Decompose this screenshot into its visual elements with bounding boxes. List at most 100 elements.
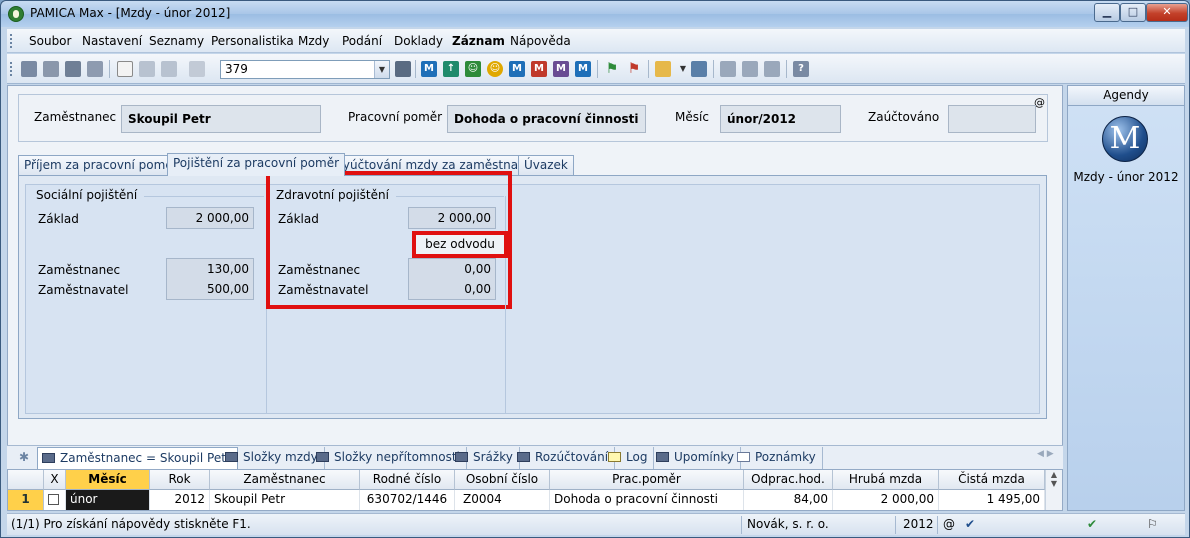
flag-green-icon[interactable]: ⚑ bbox=[604, 61, 620, 77]
star-icon[interactable]: ✱ bbox=[19, 450, 29, 464]
module-m-blue-icon[interactable]: M bbox=[509, 61, 525, 77]
menu-soubor[interactable]: Soubor bbox=[29, 34, 71, 48]
app-icon bbox=[8, 6, 24, 22]
cell-net[interactable]: 1 495,00 bbox=[939, 490, 1045, 510]
col-cista-mzda[interactable]: Čistá mzda bbox=[939, 470, 1045, 490]
month-label: Měsíc bbox=[675, 110, 709, 124]
folder-icon[interactable] bbox=[655, 61, 671, 77]
minimize-button[interactable]: ▁ bbox=[1094, 3, 1120, 22]
module-m-icon[interactable]: M bbox=[421, 61, 437, 77]
preview-icon[interactable] bbox=[87, 61, 103, 77]
menu-zaznam[interactable]: Záznam bbox=[452, 34, 505, 48]
toolbar-separator bbox=[109, 60, 110, 78]
cell-hours[interactable]: 84,00 bbox=[744, 490, 833, 510]
maximize-button[interactable]: □ bbox=[1120, 3, 1146, 22]
menu-napoveda[interactable]: Nápověda bbox=[510, 34, 571, 48]
health-employer-label: Zaměstnavatel bbox=[278, 283, 369, 297]
btab-upominky[interactable]: Upomínky bbox=[652, 447, 741, 469]
print-setup-icon[interactable] bbox=[43, 61, 59, 77]
flag-icon[interactable]: ⚐ bbox=[1147, 517, 1158, 531]
copy-icon[interactable] bbox=[189, 61, 205, 77]
record-combobox[interactable]: 379 ▼ bbox=[220, 60, 390, 79]
col-odprac-hod[interactable]: Odprac.hod. bbox=[744, 470, 833, 490]
print-icon[interactable] bbox=[65, 61, 81, 77]
comment-icon[interactable] bbox=[720, 61, 736, 77]
insurance-panel: Sociální pojištění Základ 2 000,00 Zaměs… bbox=[25, 171, 1040, 414]
cell-year[interactable]: 2012 bbox=[150, 490, 210, 510]
health-title: Zdravotní pojištění bbox=[276, 188, 389, 202]
tab-uvazek[interactable]: Úvazek bbox=[518, 155, 574, 175]
col-zamestnanec[interactable]: Zaměstnanec bbox=[210, 470, 360, 490]
btab-label: Poznámky bbox=[755, 450, 816, 464]
chevron-down-icon[interactable]: ▼ bbox=[374, 61, 389, 78]
row-number[interactable]: 1 bbox=[8, 490, 44, 510]
menu-nastaveni[interactable]: Nastavení bbox=[82, 34, 142, 48]
person-green-icon[interactable]: ☺ bbox=[465, 61, 481, 77]
health-amounts: 0,00 0,00 bbox=[408, 258, 496, 300]
posted-value bbox=[948, 105, 1036, 133]
btab-log[interactable]: Log bbox=[604, 447, 655, 469]
health-base-label: Základ bbox=[278, 212, 319, 226]
menu-mzdy[interactable]: Mzdy bbox=[298, 34, 329, 48]
module-m-red-icon[interactable]: M bbox=[531, 61, 547, 77]
btab-slozky-mzdy[interactable]: Složky mzdy bbox=[221, 447, 325, 469]
status-separator bbox=[741, 516, 742, 534]
new-document-icon[interactable] bbox=[117, 61, 133, 77]
menu-personalistika[interactable]: Personalistika bbox=[211, 34, 294, 48]
tab-scroll-icon[interactable]: ◀ ▶ bbox=[1037, 449, 1054, 459]
btab-poznamky[interactable]: Poznámky bbox=[733, 447, 823, 469]
ok-circle-icon[interactable]: ✔ bbox=[1087, 517, 1097, 531]
btab-srazky[interactable]: Srážky bbox=[451, 447, 520, 469]
help-icon[interactable]: ? bbox=[793, 61, 809, 77]
close-button[interactable]: ✕ bbox=[1146, 3, 1188, 22]
tab-panel: Sociální pojištění Základ 2 000,00 Zaměs… bbox=[18, 171, 1047, 419]
btab-slozky-nepritomnosti[interactable]: Složky nepřítomnosti bbox=[312, 447, 467, 469]
menu-seznamy[interactable]: Seznamy bbox=[149, 34, 204, 48]
col-hruba-mzda[interactable]: Hrubá mzda bbox=[833, 470, 939, 490]
btab-rozuctovani[interactable]: Rozúčtování bbox=[513, 447, 616, 469]
module-m-check-icon[interactable]: M bbox=[575, 61, 591, 77]
filter-icon[interactable] bbox=[395, 61, 411, 77]
health-employer-value: 0,00 bbox=[464, 282, 491, 296]
chevron-down-icon[interactable]: ▼ bbox=[675, 61, 691, 77]
save-icon[interactable] bbox=[139, 61, 155, 77]
col-prac-pomer[interactable]: Prac.poměr bbox=[550, 470, 744, 490]
col-rodne-cislo[interactable]: Rodné číslo bbox=[360, 470, 455, 490]
col-mesic[interactable]: Měsíc bbox=[66, 470, 150, 490]
tab-pojisteni[interactable]: Pojištění za pracovní poměr bbox=[167, 153, 346, 176]
list-icon[interactable] bbox=[742, 61, 758, 77]
report-icon[interactable] bbox=[764, 61, 780, 77]
person-up-icon[interactable]: ↑ bbox=[443, 61, 459, 77]
cell-employee[interactable]: Skoupil Petr bbox=[210, 490, 360, 510]
checkmark-icon[interactable]: ✔ bbox=[965, 517, 975, 531]
agenda-label[interactable]: Mzdy - únor 2012 bbox=[1068, 170, 1184, 184]
row-checkbox-cell[interactable] bbox=[44, 490, 66, 510]
agenda-logo-icon[interactable]: M bbox=[1102, 116, 1148, 162]
menu-doklady[interactable]: Doklady bbox=[394, 34, 443, 48]
cell-personal-number[interactable]: Z0004 bbox=[455, 490, 550, 510]
col-x[interactable]: X bbox=[44, 470, 66, 490]
tab-prijem[interactable]: Příjem za pracovní poměr bbox=[18, 155, 184, 175]
menu-podani[interactable]: Podání bbox=[342, 34, 382, 48]
col-rok[interactable]: Rok bbox=[150, 470, 210, 490]
grid-scrollbar[interactable]: ▲ ▼ bbox=[1045, 470, 1062, 510]
flag-red-icon[interactable]: ⚑ bbox=[626, 61, 642, 77]
col-osobni-cislo[interactable]: Osobní číslo bbox=[455, 470, 550, 490]
cell-gross[interactable]: 2 000,00 bbox=[833, 490, 939, 510]
employee-value: Skoupil Petr bbox=[121, 105, 321, 133]
status-at-icon[interactable]: @ bbox=[943, 517, 955, 531]
cell-birth-number[interactable]: 630702/1446 bbox=[360, 490, 455, 510]
cell-relation[interactable]: Dohoda o pracovní činnosti bbox=[550, 490, 744, 510]
filter-icon bbox=[42, 453, 55, 463]
cell-month[interactable]: únor bbox=[66, 490, 150, 510]
btab-zamestnanec[interactable]: Zaměstnanec = Skoupil Petr bbox=[37, 447, 238, 469]
calculator-icon[interactable] bbox=[691, 61, 707, 77]
person-yellow-icon[interactable]: ☺ bbox=[487, 61, 503, 77]
module-m-purple-icon[interactable]: M bbox=[553, 61, 569, 77]
exit-icon[interactable] bbox=[21, 61, 37, 77]
row-checkbox[interactable] bbox=[48, 494, 59, 505]
social-employee-label: Zaměstnanec bbox=[38, 263, 121, 277]
status-separator bbox=[895, 516, 896, 534]
table-icon bbox=[225, 452, 238, 462]
save-all-icon[interactable] bbox=[161, 61, 177, 77]
